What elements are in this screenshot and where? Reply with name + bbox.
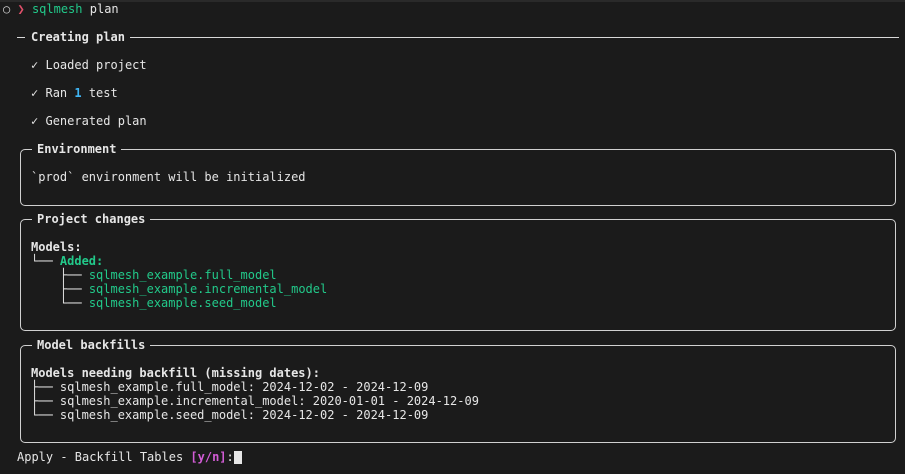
backfill-row: ├── sqlmesh_example.full_model: 2024-12-… xyxy=(31,380,428,394)
apply-prompt-options: [y/n] xyxy=(190,450,227,464)
added-model-row: └── sqlmesh_example.seed_model xyxy=(31,296,277,310)
creating-plan-rule-left xyxy=(17,37,25,38)
tree-branch: ├── xyxy=(59,282,89,296)
check-icon: ✓ xyxy=(31,86,39,100)
environment-message: `prod` environment will be initialized xyxy=(31,170,306,184)
apply-prompt[interactable]: Apply - Backfill Tables [y/n]: xyxy=(17,450,241,464)
prompt-status-icon: ○ xyxy=(3,2,11,16)
tree-branch: └── xyxy=(31,254,60,268)
backfill-row: └── sqlmesh_example.seed_model: 2024-12-… xyxy=(31,408,428,422)
terminal-cursor[interactable] xyxy=(234,451,242,464)
added-model-row: ├── sqlmesh_example.incremental_model xyxy=(31,282,327,296)
added-label: Added: xyxy=(59,254,104,268)
added-model-name: sqlmesh_example.seed_model xyxy=(88,296,277,310)
models-label: Models: xyxy=(31,240,82,254)
added-model-name: sqlmesh_example.full_model xyxy=(88,268,277,282)
environment-title: Environment xyxy=(32,142,122,156)
backfill-heading: Models needing backfill (missing dates): xyxy=(31,366,320,380)
project-changes-title: Project changes xyxy=(32,212,151,226)
check-icon: ✓ xyxy=(31,114,39,128)
test-count: 1 xyxy=(74,86,82,100)
prompt-args: plan xyxy=(82,2,119,16)
backfill-row-text: sqlmesh_example.full_model: 2024-12-02 -… xyxy=(59,380,429,394)
backfill-row-text: sqlmesh_example.seed_model: 2024-12-02 -… xyxy=(59,408,429,422)
check-icon: ✓ xyxy=(31,58,39,72)
added-model-name: sqlmesh_example.incremental_model xyxy=(88,282,328,296)
tree-branch: └── xyxy=(31,408,60,422)
added-model-row: ├── sqlmesh_example.full_model xyxy=(31,268,277,282)
tree-branch: ├── xyxy=(59,268,89,282)
status-line-generated: ✓ Generated plan xyxy=(31,114,147,128)
model-backfills-title: Model backfills xyxy=(32,338,151,352)
prompt-line: ○ ❯ sqlmesh plan xyxy=(3,2,119,16)
backfill-row: ├── sqlmesh_example.incremental_model: 2… xyxy=(31,394,479,408)
added-node: └── Added: xyxy=(31,254,103,268)
status-line-loaded: ✓ Loaded project xyxy=(31,58,147,72)
creating-plan-rule-right xyxy=(130,37,899,38)
tree-branch: └── xyxy=(59,296,89,310)
tree-branch: ├── xyxy=(31,380,60,394)
creating-plan-title: Creating plan xyxy=(31,30,125,44)
status-line-ran-tests: ✓ Ran 1 test xyxy=(31,86,118,100)
tree-branch: ├── xyxy=(31,394,60,408)
previous-output-strip xyxy=(0,0,905,2)
backfill-row-text: sqlmesh_example.incremental_model: 2020-… xyxy=(59,394,479,408)
prompt-arrow-icon: ❯ xyxy=(17,2,25,16)
prompt-command: sqlmesh xyxy=(31,2,83,16)
apply-prompt-text: Apply - Backfill Tables xyxy=(17,450,191,464)
